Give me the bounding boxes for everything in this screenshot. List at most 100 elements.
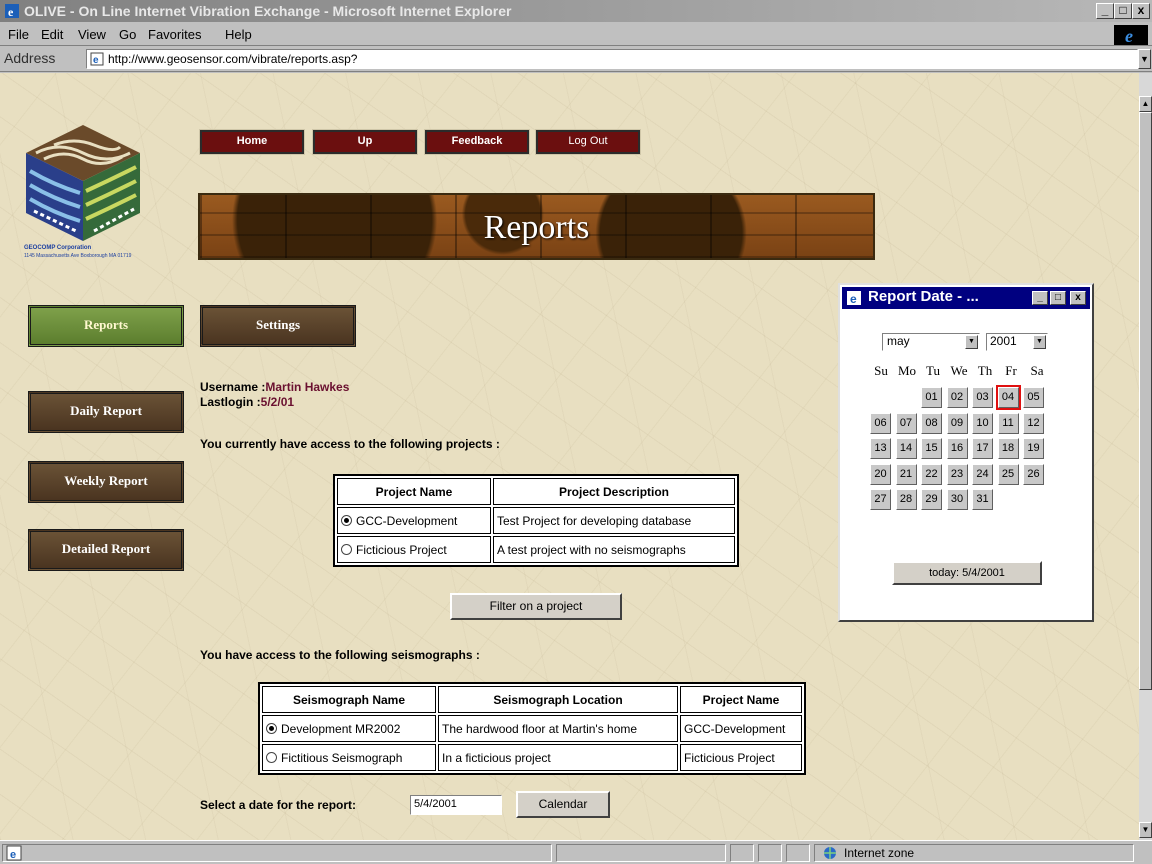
- menu-help[interactable]: Help: [225, 27, 252, 42]
- menu-favorites[interactable]: Favorites: [148, 27, 201, 42]
- calendar-day[interactable]: 28: [895, 489, 917, 510]
- column-header: Project Name: [680, 686, 802, 713]
- table-header-row: Project Name Project Description: [337, 478, 735, 505]
- menu-go[interactable]: Go: [119, 27, 136, 42]
- seismograph-name-cell[interactable]: Fictitious Seismograph: [262, 744, 436, 771]
- nav-logout-button[interactable]: Log Out: [535, 129, 641, 155]
- calendar-day[interactable]: 10: [972, 412, 993, 434]
- status-progress-panel: [556, 844, 726, 862]
- menu-file[interactable]: File: [8, 27, 29, 42]
- calendar-day[interactable]: 19: [1023, 438, 1044, 459]
- column-header: Project Description: [493, 478, 735, 505]
- calendar-day[interactable]: 01: [921, 387, 942, 408]
- calendar-day[interactable]: 30: [946, 489, 968, 510]
- calendar-day[interactable]: 16: [946, 438, 968, 459]
- month-dropdown-arrow[interactable]: ▼: [965, 335, 978, 349]
- weekly-report-button[interactable]: Weekly Report: [28, 461, 184, 503]
- daily-report-button[interactable]: Daily Report: [28, 391, 184, 433]
- page-title: Reports: [483, 209, 590, 246]
- month-value: may: [887, 334, 910, 348]
- calendar-day[interactable]: 14: [895, 438, 917, 459]
- filter-project-button[interactable]: Filter on a project: [450, 593, 622, 620]
- calendar-day[interactable]: 09: [946, 412, 968, 434]
- column-header: Seismograph Location: [438, 686, 678, 713]
- projects-intro: You currently have access to the followi…: [200, 437, 500, 451]
- seismograph-name-cell[interactable]: Development MR2002: [262, 715, 436, 742]
- nav-up-button[interactable]: Up: [312, 129, 418, 155]
- close-button[interactable]: x: [1132, 3, 1150, 19]
- calendar-day[interactable]: 25: [997, 463, 1019, 485]
- menu-edit[interactable]: Edit: [41, 27, 63, 42]
- calendar-day[interactable]: 12: [1023, 412, 1044, 434]
- tab-settings[interactable]: Settings: [200, 305, 356, 347]
- calendar-day[interactable]: 18: [997, 438, 1019, 459]
- username-row: Username :Martin Hawkes: [200, 380, 349, 394]
- table-row: GCC-Development Test Project for develop…: [337, 507, 735, 534]
- calendar-day[interactable]: 05: [1023, 387, 1044, 408]
- scroll-down-button[interactable]: ▼: [1139, 822, 1152, 838]
- detailed-report-button[interactable]: Detailed Report: [28, 529, 184, 571]
- calendar-day[interactable]: 21: [895, 463, 917, 485]
- calendar-day[interactable]: 04: [995, 385, 1021, 410]
- calendar-day[interactable]: 06: [870, 412, 891, 434]
- calendar-day[interactable]: 31: [972, 489, 993, 510]
- svg-text:e: e: [850, 292, 857, 306]
- status-bar: e Internet zone: [0, 840, 1152, 864]
- weekday-label: Th: [977, 363, 993, 378]
- logo-address: 1145 Massachusetts Ave Boxborough MA 017…: [24, 253, 132, 259]
- tab-reports[interactable]: Reports: [28, 305, 184, 347]
- project-radio[interactable]: [341, 543, 352, 555]
- project-name: Ficticious Project: [356, 542, 447, 557]
- year-select[interactable]: 2001 ▼: [986, 333, 1048, 351]
- month-select[interactable]: may ▼: [882, 333, 980, 351]
- nav-home-button[interactable]: Home: [199, 129, 305, 155]
- calendar-day[interactable]: 15: [921, 438, 942, 459]
- calendar-day[interactable]: 24: [972, 463, 993, 485]
- today-button[interactable]: today: 5/4/2001: [892, 561, 1042, 585]
- calendar-button[interactable]: Calendar: [516, 791, 610, 818]
- calendar-day[interactable]: 27: [870, 489, 891, 510]
- weekday-label: Tu: [926, 363, 940, 378]
- project-name-cell[interactable]: Ficticious Project: [337, 536, 491, 563]
- column-header: Seismograph Name: [262, 686, 436, 713]
- lastlogin-label: Lastlogin :: [200, 395, 261, 409]
- popup-maximize-button[interactable]: □: [1050, 291, 1066, 305]
- calendar-day[interactable]: 20: [870, 463, 891, 485]
- calendar-day[interactable]: 23: [946, 463, 968, 485]
- ie-logo-icon: e: [5, 4, 19, 19]
- seismograph-radio[interactable]: [266, 722, 277, 734]
- calendar-day[interactable]: 02: [946, 387, 968, 408]
- nav-feedback-button[interactable]: Feedback: [424, 129, 530, 155]
- calendar-day[interactable]: 13: [870, 438, 891, 459]
- svg-text:e: e: [93, 55, 99, 66]
- table-header-row: Seismograph Name Seismograph Location Pr…: [262, 686, 802, 713]
- calendar-day[interactable]: 22: [921, 463, 942, 485]
- project-radio[interactable]: [341, 514, 352, 526]
- address-dropdown-button[interactable]: ▼: [1138, 49, 1151, 69]
- scroll-up-button[interactable]: ▲: [1139, 96, 1152, 112]
- lastlogin-value: 5/2/01: [260, 395, 295, 409]
- minimize-button[interactable]: _: [1096, 3, 1114, 19]
- globe-icon: [824, 847, 836, 859]
- calendar-day[interactable]: 03: [972, 387, 993, 408]
- address-url: http://www.geosensor.com/vibrate/reports…: [108, 52, 358, 66]
- popup-minimize-button[interactable]: _: [1032, 291, 1048, 305]
- maximize-button[interactable]: □: [1114, 3, 1132, 19]
- calendar-day[interactable]: 29: [921, 489, 942, 510]
- menu-view[interactable]: View: [78, 27, 106, 42]
- popup-close-button[interactable]: x: [1070, 291, 1086, 305]
- seismograph-radio[interactable]: [266, 751, 277, 763]
- calendar-day[interactable]: 07: [895, 412, 917, 434]
- weekday-label: Mo: [897, 363, 917, 378]
- year-dropdown-arrow[interactable]: ▼: [1033, 335, 1046, 349]
- scroll-thumb[interactable]: [1139, 112, 1152, 690]
- page-banner: Reports: [198, 193, 875, 260]
- weekday-label: Su: [874, 363, 888, 378]
- table-row: Ficticious Project A test project with n…: [337, 536, 735, 563]
- report-date-input[interactable]: 5/4/2001: [410, 795, 502, 815]
- calendar-day[interactable]: 11: [997, 412, 1019, 434]
- project-name-cell[interactable]: GCC-Development: [337, 507, 491, 534]
- calendar-day[interactable]: 26: [1023, 463, 1044, 485]
- calendar-day[interactable]: 08: [921, 412, 942, 434]
- calendar-day[interactable]: 17: [972, 438, 993, 459]
